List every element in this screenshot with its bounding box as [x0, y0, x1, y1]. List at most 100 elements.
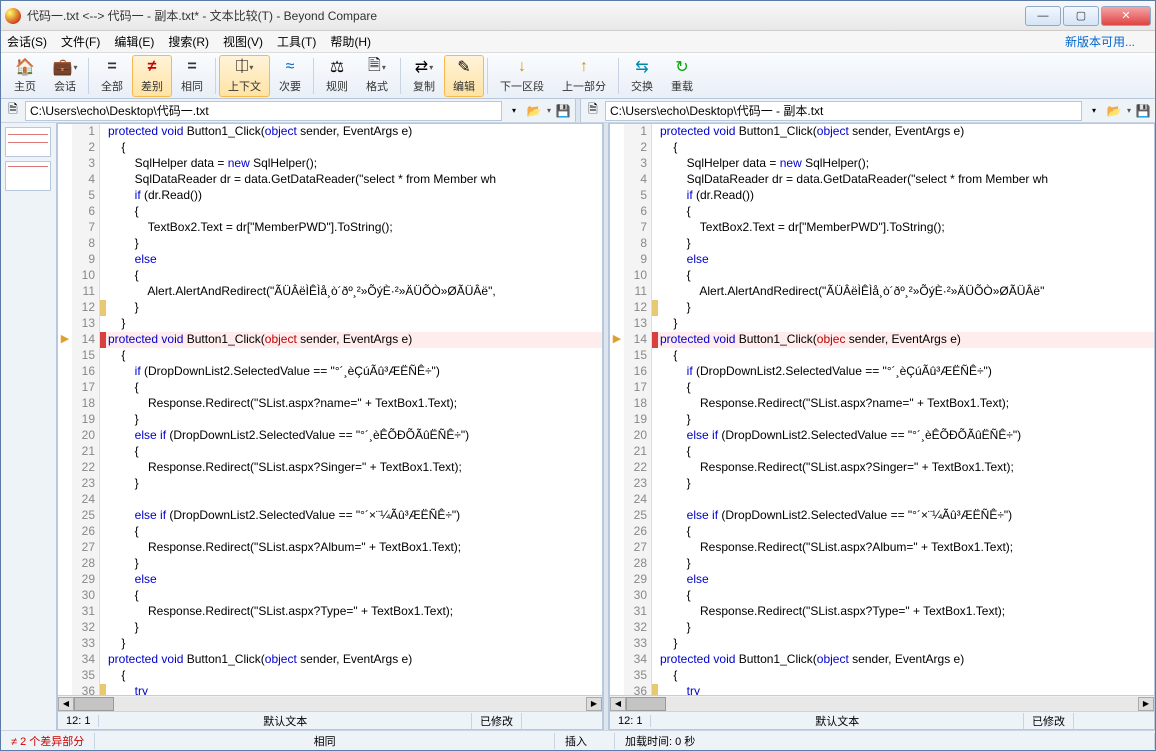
code-line[interactable]: 26 { — [610, 524, 1154, 540]
code-line[interactable]: 11 Alert.AlertAndRedirect("ÃÜÂëÌÊÌå¸ò´ðº… — [58, 284, 602, 300]
code-line[interactable]: 13 } — [58, 316, 602, 332]
code-line[interactable]: ▶14protected void Button1_Click(objec se… — [610, 332, 1154, 348]
dropdown-icon[interactable]: ▾ — [1127, 106, 1131, 115]
code-line[interactable]: 34protected void Button1_Click(object se… — [610, 652, 1154, 668]
menu-help[interactable]: 帮助(H) — [330, 33, 371, 50]
menu-edit[interactable]: 编辑(E) — [114, 33, 154, 50]
titlebar[interactable]: 代码一.txt <--> 代码一 - 副本.txt* - 文本比较(T) - B… — [1, 1, 1155, 31]
dropdown-icon[interactable]: ▾ — [506, 103, 522, 119]
close-button[interactable]: ✕ — [1101, 6, 1151, 26]
tb-next[interactable]: ↓下一区段 — [491, 55, 553, 97]
tb-edit[interactable]: ✎编辑 — [444, 55, 484, 97]
code-line[interactable]: 16 if (DropDownList2.SelectedValue == "°… — [610, 364, 1154, 380]
menu-search[interactable]: 搜索(R) — [168, 33, 209, 50]
code-line[interactable]: 21 { — [610, 444, 1154, 460]
menu-view[interactable]: 视图(V) — [223, 33, 263, 50]
code-line[interactable]: 6 { — [58, 204, 602, 220]
code-line[interactable]: 1protected void Button1_Click(object sen… — [58, 124, 602, 140]
scroll-right-icon[interactable]: ▶ — [1138, 697, 1154, 711]
code-line[interactable]: 23 } — [610, 476, 1154, 492]
code-line[interactable]: 17 { — [58, 380, 602, 396]
code-line[interactable]: 4 SqlDataReader dr = data.GetDataReader(… — [58, 172, 602, 188]
code-line[interactable]: 18 Response.Redirect("SList.aspx?name=" … — [610, 396, 1154, 412]
thumbnail[interactable] — [5, 161, 51, 191]
thumbnail-strip[interactable] — [1, 123, 57, 730]
code-line[interactable]: 8 } — [58, 236, 602, 252]
code-line[interactable]: 12 } — [58, 300, 602, 316]
scrollbar-h[interactable]: ◀▶ — [58, 695, 602, 711]
tb-format[interactable]: 🗎▾格式 — [357, 55, 397, 97]
file-icon[interactable]: 🗎 — [585, 103, 601, 119]
code-line[interactable]: 3 SqlHelper data = new SqlHelper(); — [610, 156, 1154, 172]
code-line[interactable]: 7 TextBox2.Text = dr["MemberPWD"].ToStri… — [610, 220, 1154, 236]
code-line[interactable]: 29 else — [58, 572, 602, 588]
code-line[interactable]: 8 } — [610, 236, 1154, 252]
code-line[interactable]: 26 { — [58, 524, 602, 540]
code-line[interactable]: 17 { — [610, 380, 1154, 396]
path-input-right[interactable] — [605, 101, 1082, 121]
code-line[interactable]: 28 } — [58, 556, 602, 572]
tb-minor[interactable]: ≈次要 — [270, 55, 310, 97]
code-line[interactable]: 6 { — [610, 204, 1154, 220]
tb-copy[interactable]: ⇄▾复制 — [404, 55, 444, 97]
code-line[interactable]: 16 if (DropDownList2.SelectedValue == "°… — [58, 364, 602, 380]
save-icon[interactable]: 💾 — [1135, 103, 1151, 119]
code-line[interactable]: 15 { — [58, 348, 602, 364]
code-line[interactable]: 7 TextBox2.Text = dr["MemberPWD"].ToStri… — [58, 220, 602, 236]
save-icon[interactable]: 💾 — [555, 103, 571, 119]
code-line[interactable]: 23 } — [58, 476, 602, 492]
menu-session[interactable]: 会话(S) — [7, 33, 47, 50]
code-line[interactable]: 30 { — [58, 588, 602, 604]
tb-prev[interactable]: ↑上一部分 — [553, 55, 615, 97]
scrollbar-h[interactable]: ◀▶ — [610, 695, 1154, 711]
scroll-left-icon[interactable]: ◀ — [58, 697, 74, 711]
tb-reload[interactable]: ↻重载 — [662, 55, 702, 97]
scroll-left-icon[interactable]: ◀ — [610, 697, 626, 711]
browse-icon[interactable]: 📂 — [1106, 103, 1122, 119]
code-line[interactable]: 22 Response.Redirect("SList.aspx?Singer=… — [610, 460, 1154, 476]
code-line[interactable]: 3 SqlHelper data = new SqlHelper(); — [58, 156, 602, 172]
tb-swap[interactable]: ⇆交换 — [622, 55, 662, 97]
code-line[interactable]: 10 { — [58, 268, 602, 284]
code-line[interactable]: 18 Response.Redirect("SList.aspx?name=" … — [58, 396, 602, 412]
code-line[interactable]: 32 } — [58, 620, 602, 636]
dropdown-icon[interactable]: ▾ — [547, 106, 551, 115]
code-line[interactable]: 30 { — [610, 588, 1154, 604]
code-line[interactable]: ▶14protected void Button1_Click(object s… — [58, 332, 602, 348]
code-line[interactable]: 33 } — [610, 636, 1154, 652]
code-line[interactable]: 1protected void Button1_Click(object sen… — [610, 124, 1154, 140]
menu-tools[interactable]: 工具(T) — [277, 33, 316, 50]
code-line[interactable]: 20 else if (DropDownList2.SelectedValue … — [58, 428, 602, 444]
code-line[interactable]: 32 } — [610, 620, 1154, 636]
tb-same[interactable]: =相同 — [172, 55, 212, 97]
code-line[interactable]: 13 } — [610, 316, 1154, 332]
code-line[interactable]: 22 Response.Redirect("SList.aspx?Singer=… — [58, 460, 602, 476]
code-line[interactable]: 24 — [610, 492, 1154, 508]
code-line[interactable]: 24 — [58, 492, 602, 508]
tb-rules[interactable]: ⚖规则 — [317, 55, 357, 97]
tb-all[interactable]: =全部 — [92, 55, 132, 97]
code-line[interactable]: 36 try — [610, 684, 1154, 695]
code-line[interactable]: 5 if (dr.Read()) — [58, 188, 602, 204]
code-line[interactable]: 19 } — [58, 412, 602, 428]
code-line[interactable]: 28 } — [610, 556, 1154, 572]
file-icon[interactable]: 🗎 — [5, 103, 21, 119]
minimize-button[interactable]: — — [1025, 6, 1061, 26]
code-line[interactable]: 2 { — [610, 140, 1154, 156]
code-line[interactable]: 11 Alert.AlertAndRedirect("ÃÜÂëÌÊÌå¸ò´ðº… — [610, 284, 1154, 300]
code-line[interactable]: 10 { — [610, 268, 1154, 284]
code-editor-left[interactable]: 1protected void Button1_Click(object sen… — [58, 124, 602, 695]
code-line[interactable]: 36 try — [58, 684, 602, 695]
tb-context[interactable]: ⎅▾上下文 — [219, 55, 270, 97]
code-line[interactable]: 9 else — [610, 252, 1154, 268]
code-line[interactable]: 35 { — [58, 668, 602, 684]
code-line[interactable]: 15 { — [610, 348, 1154, 364]
code-line[interactable]: 31 Response.Redirect("SList.aspx?Type=" … — [610, 604, 1154, 620]
code-line[interactable]: 35 { — [610, 668, 1154, 684]
menu-file[interactable]: 文件(F) — [61, 33, 100, 50]
code-line[interactable]: 34protected void Button1_Click(object se… — [58, 652, 602, 668]
browse-icon[interactable]: 📂 — [526, 103, 542, 119]
code-line[interactable]: 2 { — [58, 140, 602, 156]
code-line[interactable]: 20 else if (DropDownList2.SelectedValue … — [610, 428, 1154, 444]
path-input-left[interactable] — [25, 101, 502, 121]
